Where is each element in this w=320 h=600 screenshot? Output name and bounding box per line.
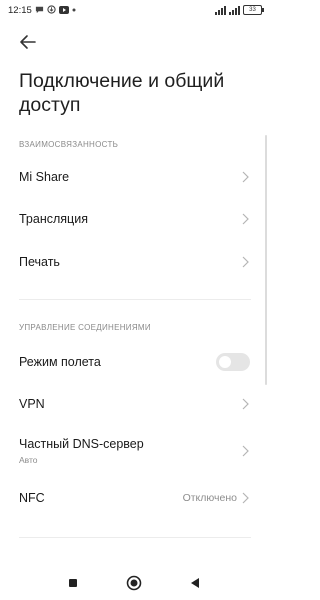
section-divider (19, 537, 251, 538)
recents-button[interactable] (64, 574, 82, 592)
row-label: Трансляция (19, 212, 88, 226)
row-label: Mi Share (19, 170, 70, 184)
download-icon (47, 5, 56, 14)
status-right: 33 (215, 5, 264, 15)
toggle-knob (219, 356, 231, 368)
chevron-right-icon (242, 171, 249, 183)
battery-level: 33 (249, 7, 256, 13)
row-label: VPN (19, 397, 45, 411)
row-nfc[interactable]: NFC Отключено (0, 477, 262, 517)
airplane-mode-toggle[interactable] (216, 353, 250, 371)
signal-icon (215, 5, 226, 15)
row-airplane-mode[interactable]: Режим полета (0, 341, 262, 381)
home-circle-icon (126, 575, 142, 591)
chevron-right-icon (242, 213, 249, 225)
row-cast[interactable]: Трансляция (0, 199, 262, 239)
back-button[interactable] (18, 33, 38, 51)
row-label: Печать (19, 255, 60, 269)
navigation-bar (0, 566, 270, 600)
chevron-right-icon (242, 492, 249, 504)
row-subtitle: Авто (19, 455, 38, 465)
row-label: Режим полета (19, 355, 101, 369)
row-vpn[interactable]: VPN (0, 383, 262, 423)
row-label: NFC (19, 491, 45, 505)
chat-bubble-icon (35, 6, 44, 14)
signal-2-icon (229, 5, 240, 15)
youtube-icon (59, 5, 69, 14)
arrow-left-icon (20, 35, 36, 49)
row-value: Отключено (182, 492, 237, 504)
status-bar: 12:15 33 (0, 0, 270, 22)
section-divider (19, 299, 251, 300)
row-label: Частный DNS-сервер (19, 437, 144, 451)
section-header-connectivity: ВЗАИМОСВЯЗАННОСТЬ (19, 140, 119, 149)
scrollbar[interactable] (265, 135, 267, 385)
battery-icon: 33 (243, 5, 264, 15)
row-print[interactable]: Печать (0, 242, 262, 282)
chevron-right-icon (242, 398, 249, 410)
chevron-right-icon (242, 256, 249, 268)
chevron-right-icon (242, 445, 249, 457)
row-private-dns[interactable]: Частный DNS-сервер Авто (0, 427, 262, 473)
triangle-back-icon (191, 578, 199, 588)
page-title: Подключение и общий доступ (19, 70, 225, 116)
row-mi-share[interactable]: Mi Share (0, 157, 262, 197)
status-time: 12:15 (8, 5, 32, 16)
square-icon (69, 579, 77, 587)
section-header-connection-management: УПРАВЛЕНИЕ СОЕДИНЕНИЯМИ (19, 323, 151, 332)
home-button[interactable] (125, 574, 143, 592)
back-nav-button[interactable] (186, 574, 204, 592)
notification-icons (35, 5, 76, 14)
dot-icon (72, 8, 76, 11)
